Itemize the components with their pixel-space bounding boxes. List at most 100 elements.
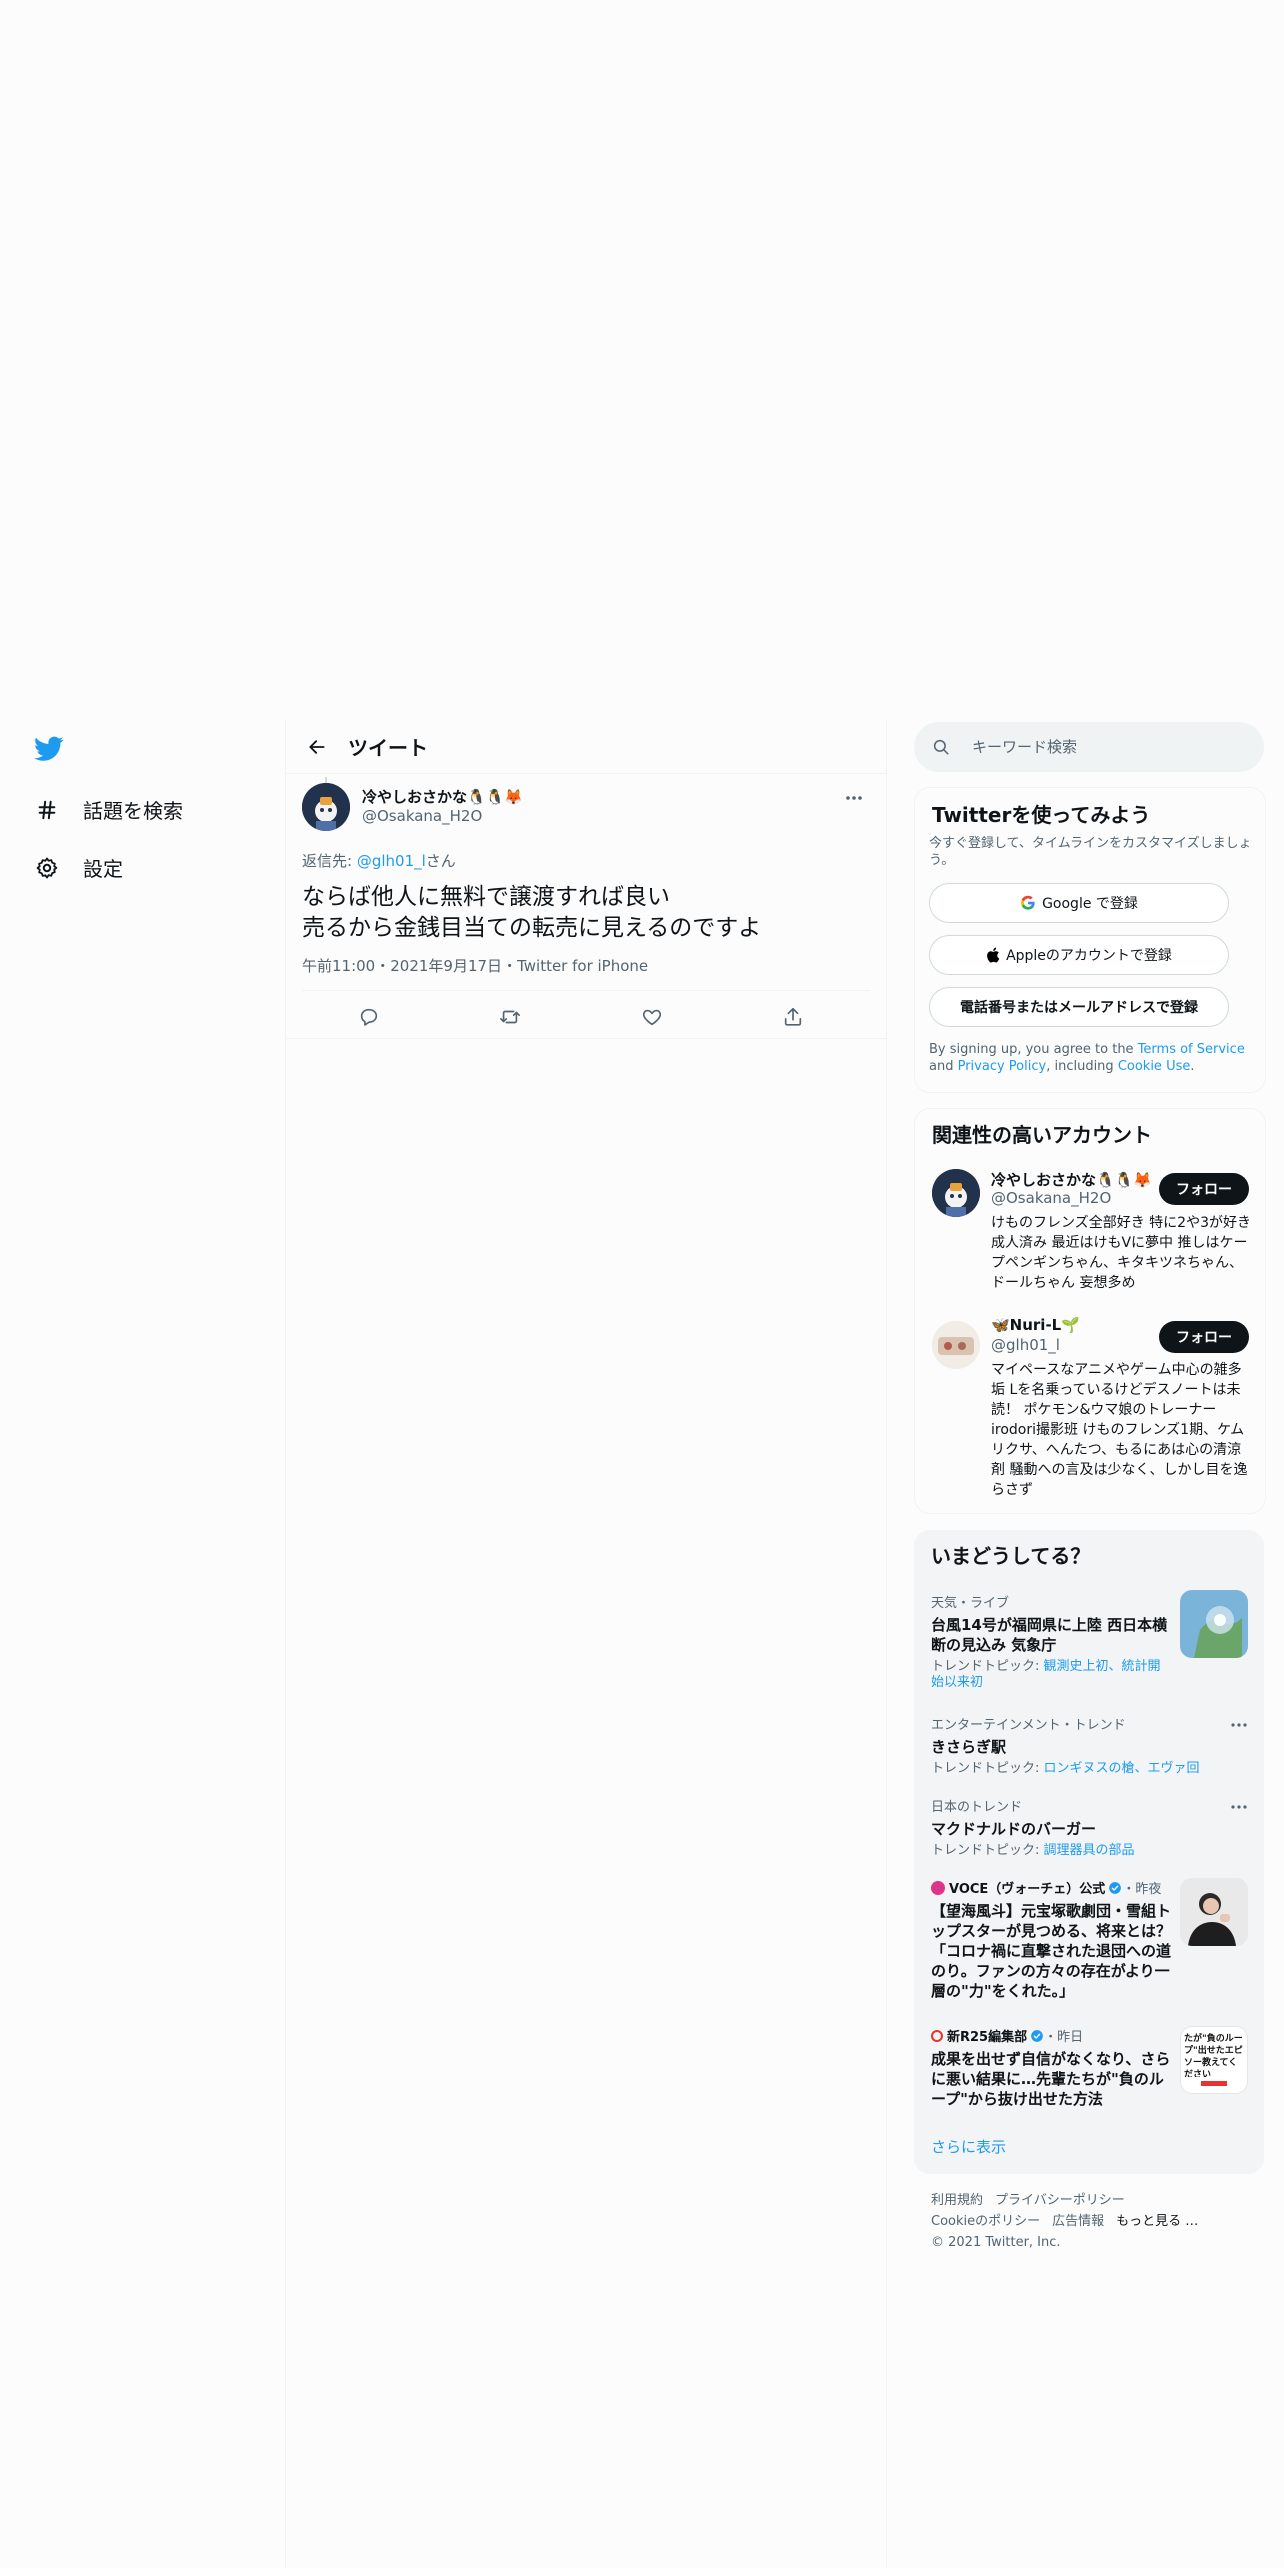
reply-to-line: 返信先: @glh01_lさん [302,850,456,871]
phone-email-signup-label: 電話番号またはメールアドレスで登録 [960,1000,1198,1016]
tweet-time[interactable]: 午前11:00 [302,957,375,975]
news-thumbnail-bar [1201,2081,1227,2086]
reply-to-suffix: さん [425,852,456,870]
apple-signup-label: Appleのアカウントで登録 [1006,948,1172,964]
more-options-icon[interactable] [1228,1715,1250,1735]
follow-button[interactable]: フォロー [1159,1321,1249,1353]
nav-settings-label: 設定 [83,857,123,881]
trend-topic-link[interactable]: ロンギヌスの槍、エヴァ回 [1044,1761,1200,1776]
news-item[interactable]: 新R25編集部 ・昨日 成果を出せず自信がなくなり、さらに悪い結果に…先輩たちが… [931,2026,1171,2109]
meta-dot: ・ [502,957,518,975]
nav-explore[interactable]: 話題を検索 [34,795,183,824]
author-avatar[interactable] [302,783,350,831]
reply-icon[interactable] [356,1004,382,1030]
author-handle[interactable]: @Osakana_H2O [362,807,482,825]
phone-email-signup-button[interactable]: 電話番号またはメールアドレスで登録 [929,987,1229,1027]
footer-terms-link[interactable]: 利用規約 [931,2193,983,2208]
legal-text: By signing up, you agree to the [929,1042,1138,1057]
divider [286,1038,886,1039]
like-heart-icon[interactable] [639,1004,665,1030]
news-time: ・昨夜 [1122,1882,1162,1897]
follow-button[interactable]: フォロー [1159,1173,1249,1205]
trends-title: いまどうしてる？ [931,1544,1091,1568]
search-box[interactable] [914,722,1264,772]
hashtag-icon [34,797,60,823]
footer-ads-link[interactable]: 広告情報 [1052,2214,1104,2229]
footer-more-link[interactable]: もっと見る … [1116,2214,1198,2229]
google-icon [1020,895,1036,911]
news-source-row: 新R25編集部 ・昨日 [931,2026,1171,2045]
nav-settings[interactable]: 設定 [34,853,123,882]
share-icon[interactable] [780,1004,806,1030]
news-thumbnail-text: たが"負のループ"出せたエピソー教えてください [1184,2034,1243,2077]
reply-to-handle-link[interactable]: @glh01_l [357,852,426,870]
trend-topic: トレンドトピック: 観測史上初、統計開始以来初 [931,1659,1171,1691]
page-title: ツイート [348,736,428,760]
trend-category: エンターテインメント・トレンド [931,1718,1126,1733]
account-avatar[interactable] [932,1169,980,1217]
voce-logo-icon [931,1880,945,1895]
privacy-policy-link[interactable]: Privacy Policy [958,1059,1047,1074]
trend-topic-prefix: トレンドトピック: [931,1761,1044,1776]
account-bio: マイペースなアニメやゲーム中心の雑多垢 Lを名乗っているけどデスノートは未読！ … [991,1362,1248,1498]
trends-card: いまどうしてる？ 天気・ライブ 台風14号が福岡県に上陸 西日本横断の見込み 気… [914,1530,1264,2174]
trend-headline: マクドナルドのバーガー [931,1820,1097,1838]
legal-text: , including [1046,1059,1118,1074]
footer-privacy-link[interactable]: プライバシーポリシー [995,2193,1125,2208]
trend-topic: トレンドトピック: 調理器具の部品 [931,1843,1211,1859]
author-name[interactable]: 冷やしおさかな🐧🐧🦊 [362,786,523,807]
news-item[interactable]: VOCE（ヴォーチェ）公式 ・昨夜 【望海風斗】元宝塚歌劇団・雪組トップスターが… [931,1878,1171,2001]
nav-explore-label: 話題を検索 [83,799,183,823]
signup-card: Twitterを使ってみよう 今すぐ登録して、タイムラインをカスタマイズしましょ… [914,787,1266,1093]
trend-topic-link[interactable]: 調理器具の部品 [1044,1843,1135,1858]
footer-links: 利用規約 プライバシーポリシー Cookieのポリシー 広告情報 もっと見る … © … [931,2190,1261,2253]
footer-cookie-link[interactable]: Cookieのポリシー [931,2214,1040,2229]
back-arrow-icon[interactable] [302,732,332,762]
twitter-logo-icon[interactable] [34,736,64,762]
legal-text: . [1190,1059,1195,1074]
apple-signup-button[interactable]: Appleのアカウントで登録 [929,935,1229,975]
news-thumbnail-graphic: たが"負のループ"出せたエピソー教えてください [1180,2026,1248,2094]
trend-category: 天気・ライブ [931,1596,1010,1611]
search-icon [932,736,954,758]
tweet-actions [286,996,886,1038]
signup-legal-text: By signing up, you agree to the Terms of… [929,1041,1254,1075]
more-options-icon[interactable] [842,786,866,810]
trend-item[interactable]: エンターテインメント・トレンド きさらぎ駅 トレンドトピック: ロンギヌスの槍、… [931,1714,1211,1777]
account-name[interactable]: 冷やしおさかな🐧🐧🦊 [991,1169,1152,1190]
search-input[interactable] [970,737,1254,757]
more-options-icon[interactable] [1228,1797,1250,1817]
legal-text: and [929,1059,958,1074]
news-time: ・昨日 [1044,2030,1084,2045]
google-signup-button[interactable]: Google で登録 [929,883,1229,923]
terms-of-service-link[interactable]: Terms of Service [1138,1042,1245,1057]
reply-to-prefix: 返信先: [302,852,357,870]
show-more-link[interactable]: さらに表示 [931,2136,1006,2157]
account-name[interactable]: 🦋Nuri-L🌱 [991,1316,1080,1334]
tweet-header: ツイート [286,720,886,774]
cookie-use-link[interactable]: Cookie Use [1118,1059,1191,1074]
trend-thumbnail-map [1180,1590,1248,1658]
trend-headline: 台風14号が福岡県に上陸 西日本横断の見込み 気象庁 [931,1616,1168,1654]
account-handle[interactable]: @Osakana_H2O [991,1189,1111,1207]
news-headline: 成果を出せず自信がなくなり、さらに悪い結果に…先輩たちが"負のループ"から抜け出… [931,2050,1171,2108]
trend-topic-prefix: トレンドトピック: [931,1659,1044,1674]
tweet-date[interactable]: 2021年9月17日 [390,957,502,975]
news-thumbnail-photo [1180,1878,1248,1946]
gear-icon [34,855,60,881]
trend-item[interactable]: 日本のトレンド マクドナルドのバーガー トレンドトピック: 調理器具の部品 [931,1796,1211,1859]
signup-title: Twitterを使ってみよう [932,803,1151,827]
news-source-row: VOCE（ヴォーチェ）公式 ・昨夜 [931,1878,1171,1897]
account-handle[interactable]: @glh01_l [991,1336,1060,1354]
related-title: 関連性の高いアカウント [932,1123,1152,1147]
trend-headline: きさらぎ駅 [931,1738,1007,1756]
r25-logo-icon [931,2029,943,2042]
related-accounts-card: 関連性の高いアカウント 冷やしおさかな🐧🐧🦊 @Osakana_H2O フォロー… [914,1108,1266,1514]
trend-item[interactable]: 天気・ライブ 台風14号が福岡県に上陸 西日本横断の見込み 気象庁 トレンドトピ… [931,1592,1171,1691]
divider [302,990,870,991]
news-headline: 【望海風斗】元宝塚歌劇団・雪組トップスターが見つめる、将来とは？「コロナ禍に直撃… [931,1902,1172,2000]
retweet-icon[interactable] [497,1004,523,1030]
verified-badge-icon [1108,1881,1122,1895]
trend-category: 日本のトレンド [931,1800,1023,1815]
account-avatar[interactable] [932,1321,980,1369]
